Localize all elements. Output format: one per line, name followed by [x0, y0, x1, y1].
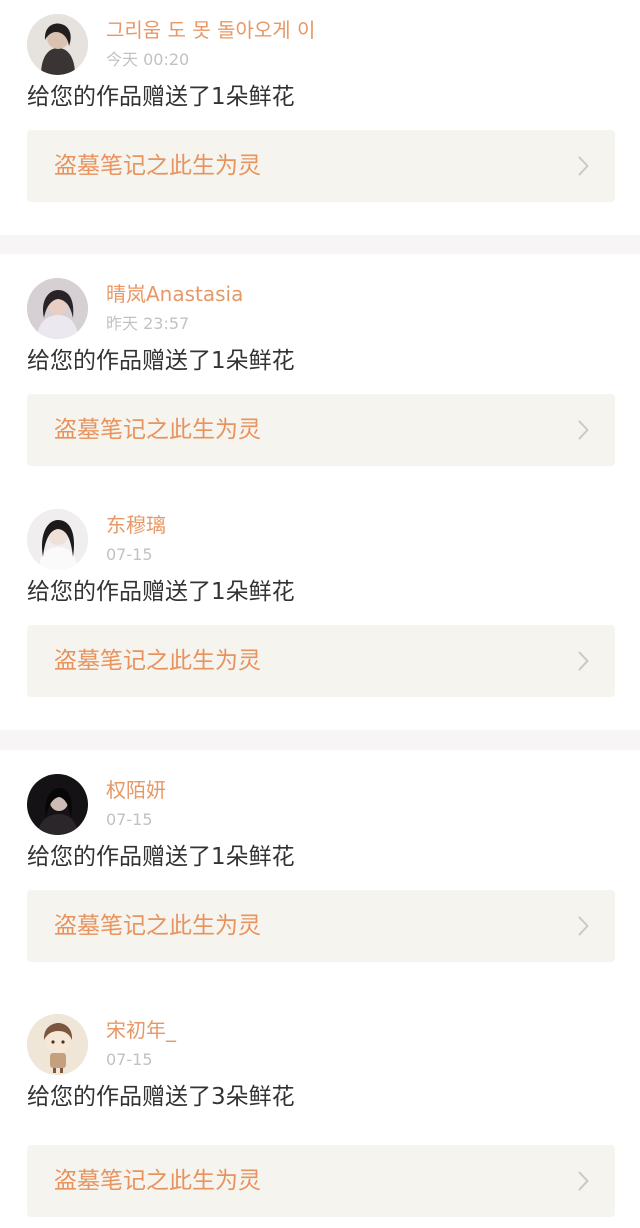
chevron-right-icon	[578, 420, 589, 440]
work-title: 盗墓笔记之此生为灵	[54, 648, 261, 674]
username[interactable]: 晴岚Anastasia	[106, 280, 243, 308]
notification-message: 给您的作品赠送了3朵鲜花	[27, 1084, 295, 1110]
work-title: 盗墓笔记之此生为灵	[54, 417, 261, 443]
user-avatar[interactable]	[27, 14, 88, 75]
username[interactable]: 宋初年_	[106, 1016, 176, 1044]
user-avatar[interactable]	[27, 774, 88, 835]
work-link-card[interactable]: 盗墓笔记之此生为灵	[27, 1145, 615, 1217]
notification-item: 그리움 도 못 돌아오게 이 今天 00:20 给您的作品赠送了1朵鲜花 盗墓笔…	[0, 0, 640, 235]
work-link-card[interactable]: 盗墓笔记之此生为灵	[27, 625, 615, 697]
chevron-right-icon	[578, 651, 589, 671]
work-title: 盗墓笔记之此生为灵	[54, 153, 261, 179]
section-separator	[0, 730, 640, 750]
chevron-right-icon	[578, 916, 589, 936]
notification-message: 给您的作品赠送了1朵鲜花	[27, 844, 295, 870]
timestamp: 07-15	[106, 545, 153, 564]
timestamp: 今天 00:20	[106, 50, 190, 69]
chevron-right-icon	[578, 156, 589, 176]
notification-item: 东穆璃 07-15 给您的作品赠送了1朵鲜花 盗墓笔记之此生为灵	[0, 495, 640, 730]
chevron-right-icon	[578, 1171, 589, 1191]
timestamp: 昨天 23:57	[106, 314, 190, 333]
notification-item: 权陌妍 07-15 给您的作品赠送了1朵鲜花 盗墓笔记之此生为灵	[0, 760, 640, 995]
notification-message: 给您的作品赠送了1朵鲜花	[27, 579, 295, 605]
username[interactable]: 그리움 도 못 돌아오게 이	[106, 16, 315, 44]
work-title: 盗墓笔记之此生为灵	[54, 1168, 261, 1194]
user-avatar[interactable]	[27, 509, 88, 570]
work-link-card[interactable]: 盗墓笔记之此生为灵	[27, 130, 615, 202]
username[interactable]: 权陌妍	[106, 776, 166, 804]
user-avatar[interactable]	[27, 1014, 88, 1075]
notification-message: 给您的作品赠送了1朵鲜花	[27, 84, 295, 110]
work-title: 盗墓笔记之此生为灵	[54, 913, 261, 939]
notification-item: 宋初年_ 07-15 给您的作品赠送了3朵鲜花 盗墓笔记之此生为灵	[0, 1000, 640, 1228]
notification-item: 晴岚Anastasia 昨天 23:57 给您的作品赠送了1朵鲜花 盗墓笔记之此…	[0, 264, 640, 499]
username[interactable]: 东穆璃	[106, 511, 166, 539]
section-separator	[0, 234, 640, 254]
work-link-card[interactable]: 盗墓笔记之此生为灵	[27, 394, 615, 466]
timestamp: 07-15	[106, 810, 153, 829]
notification-message: 给您的作品赠送了1朵鲜花	[27, 348, 295, 374]
user-avatar[interactable]	[27, 278, 88, 339]
work-link-card[interactable]: 盗墓笔记之此生为灵	[27, 890, 615, 962]
timestamp: 07-15	[106, 1050, 153, 1069]
